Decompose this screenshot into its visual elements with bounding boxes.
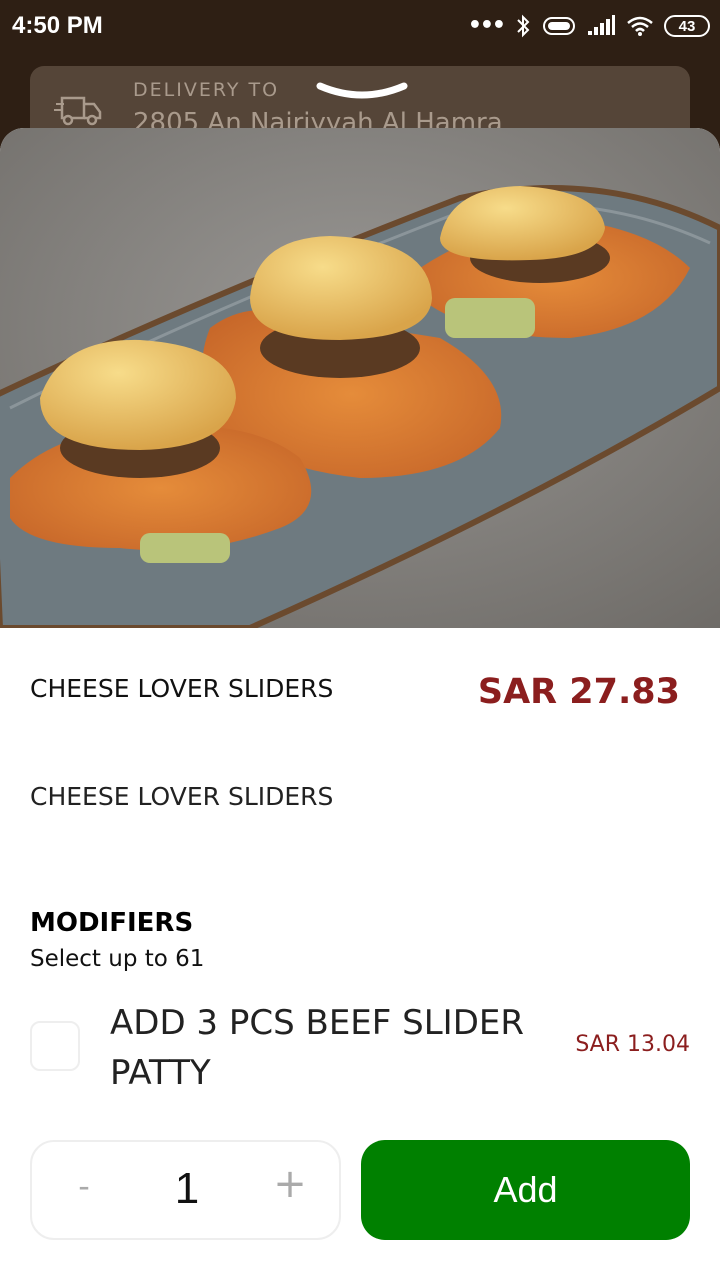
item-image [0, 128, 720, 628]
item-title: CHEESE LOVER SLIDERS [30, 674, 334, 703]
food-photo [0, 128, 720, 628]
notification-dots: ••• [467, 13, 506, 38]
status-bar: 4:50 PM ••• 43 [0, 0, 720, 52]
decrease-quantity-button[interactable]: - [72, 1166, 96, 1206]
modifier-checkbox[interactable] [30, 1021, 80, 1071]
bluetooth-icon [517, 14, 530, 38]
quantity-value: 1 [174, 1164, 200, 1213]
vibrate-icon [543, 17, 575, 35]
add-to-cart-button[interactable]: Add [361, 1140, 690, 1240]
increase-quantity-button[interactable]: + [272, 1164, 308, 1204]
modifiers-title: MODIFIERS [30, 908, 194, 938]
item-price: SAR 27.83 [477, 672, 680, 712]
delivery-label: DELIVERY TO [133, 79, 280, 101]
item-detail-sheet: CHEESE LOVER SLIDERS SAR 27.83 CHEESE LO… [0, 128, 720, 1280]
status-time: 4:50 PM [12, 12, 103, 39]
modifiers-subtitle: Select up to 61 [30, 946, 205, 972]
status-icons: ••• 43 [468, 12, 710, 40]
battery-icon: 43 [664, 15, 710, 37]
modifier-price: SAR 13.04 [575, 1032, 690, 1057]
item-description: CHEESE LOVER SLIDERS [30, 782, 334, 811]
sheet-drag-handle[interactable] [316, 82, 408, 104]
modifier-option[interactable]: ADD 3 PCS BEEF SLIDER PATTY SAR 13.04 [30, 996, 690, 1106]
modifier-name: ADD 3 PCS BEEF SLIDER PATTY [110, 1003, 524, 1093]
signal-icon [588, 15, 615, 35]
delivery-truck-icon [54, 96, 102, 126]
quantity-stepper: - 1 + [30, 1140, 341, 1240]
wifi-icon [627, 16, 653, 36]
